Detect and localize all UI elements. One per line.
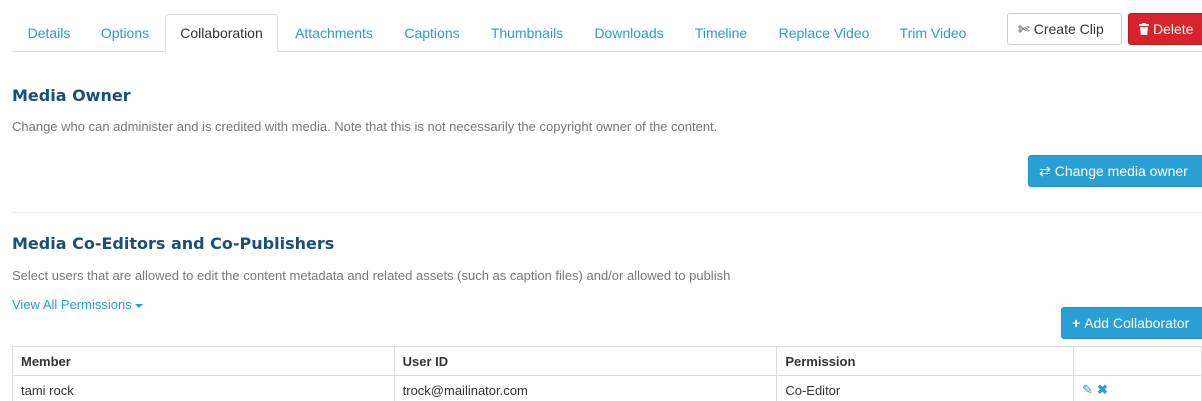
trash-icon — [1139, 14, 1149, 44]
view-all-permissions-link[interactable]: View All Permissions — [12, 297, 143, 312]
tab-thumbnails[interactable]: Thumbnails — [480, 14, 574, 52]
header-user-id: User ID — [393, 346, 778, 376]
tab-replace-video[interactable]: Replace Video — [768, 14, 880, 52]
delete-button[interactable]: Delete — [1128, 13, 1202, 45]
cell-actions: ✎ ✖ — [1073, 375, 1202, 401]
tab-trim-video[interactable]: Trim Video — [890, 14, 976, 52]
tab-collaboration[interactable]: Collaboration — [165, 14, 278, 52]
remove-x-icon[interactable]: ✖ — [1097, 382, 1108, 397]
media-owner-heading: Media Owner — [12, 86, 131, 105]
view-all-permissions-label: View All Permissions — [12, 297, 132, 312]
collaborators-table: Member User ID Permission tami rock troc… — [12, 346, 1202, 401]
tab-options[interactable]: Options — [90, 14, 160, 52]
section-divider — [12, 212, 1202, 213]
header-member: Member — [12, 346, 395, 376]
coeditors-description: Select users that are allowed to edit th… — [12, 268, 731, 283]
tab-details[interactable]: Details — [16, 14, 82, 52]
cell-member: tami rock — [12, 375, 395, 401]
tab-captions[interactable]: Captions — [394, 14, 470, 52]
table-row: tami rock trock@mailinator.com Co-Editor… — [12, 375, 1202, 401]
caret-down-icon — [134, 303, 143, 308]
add-collaborator-button[interactable]: + Add Collaborator — [1061, 307, 1202, 339]
create-clip-button[interactable]: ✄ Create Clip — [1007, 13, 1122, 45]
change-media-owner-label: Change media owner — [1054, 163, 1188, 179]
tab-attachments[interactable]: Attachments — [284, 14, 384, 52]
media-owner-description: Change who can administer and is credite… — [12, 119, 718, 134]
swap-arrows-icon: ⇄ — [1039, 163, 1051, 179]
delete-label: Delete — [1153, 21, 1194, 37]
tab-downloads[interactable]: Downloads — [584, 14, 674, 52]
change-media-owner-button[interactable]: ⇄ Change media owner — [1028, 155, 1202, 187]
plus-icon: + — [1072, 315, 1081, 331]
edit-pencil-icon[interactable]: ✎ — [1082, 382, 1093, 397]
add-collaborator-label: Add Collaborator — [1084, 315, 1190, 331]
coeditors-heading: Media Co-Editors and Co-Publishers — [12, 234, 335, 253]
cell-permission: Co-Editor — [776, 375, 1075, 401]
header-actions — [1073, 346, 1202, 376]
scissors-icon: ✄ — [1018, 21, 1030, 37]
create-clip-label: Create Clip — [1033, 21, 1104, 37]
table-header-row: Member User ID Permission — [12, 346, 1202, 376]
header-permission: Permission — [776, 346, 1075, 376]
tab-timeline[interactable]: Timeline — [684, 14, 758, 52]
cell-user-id: trock@mailinator.com — [393, 375, 778, 401]
